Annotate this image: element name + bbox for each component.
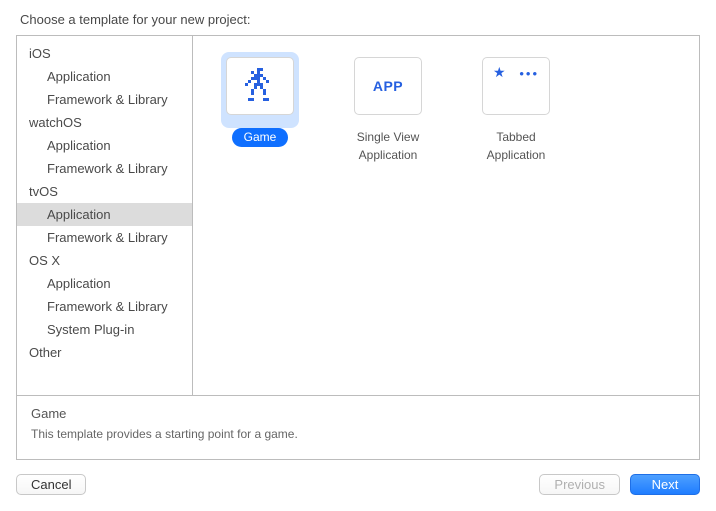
template-item-single-view[interactable]: APP Single View Application	[341, 52, 435, 165]
template-item-game[interactable]: Game	[213, 52, 307, 147]
star-icon: ★	[493, 64, 506, 81]
description-text: This template provides a starting point …	[31, 427, 685, 441]
sidebar-category-tvos[interactable]: tvOS	[17, 180, 192, 203]
description-panel: Game This template provides a starting p…	[17, 395, 699, 459]
sidebar: iOS Application Framework & Library watc…	[17, 36, 193, 395]
main-panel: iOS Application Framework & Library watc…	[16, 35, 700, 460]
template-label: Single View	[347, 128, 429, 147]
template-label: Game	[232, 128, 289, 147]
next-button[interactable]: Next	[630, 474, 700, 495]
tabbed-top-icon: ★ •••	[482, 57, 550, 115]
sidebar-item-tvos-framework[interactable]: Framework & Library	[17, 226, 192, 249]
sidebar-category-ios[interactable]: iOS	[17, 42, 192, 65]
template-chooser-dialog: Choose a template for your new project: …	[0, 0, 716, 511]
sidebar-category-watchos[interactable]: watchOS	[17, 111, 192, 134]
sidebar-item-tvos-application[interactable]: Application	[17, 203, 192, 226]
dialog-header: Choose a template for your new project:	[20, 12, 700, 27]
sidebar-item-osx-system-plugin[interactable]: System Plug-in	[17, 318, 192, 341]
cancel-button[interactable]: Cancel	[16, 474, 86, 495]
sidebar-item-watchos-application[interactable]: Application	[17, 134, 192, 157]
sidebar-item-ios-framework[interactable]: Framework & Library	[17, 88, 192, 111]
app-text-icon: APP	[354, 57, 422, 115]
previous-button: Previous	[539, 474, 620, 495]
footer: Cancel Previous Next	[16, 474, 700, 495]
sidebar-category-osx[interactable]: OS X	[17, 249, 192, 272]
template-label-line2: Application	[477, 148, 556, 165]
upper-area: iOS Application Framework & Library watc…	[17, 36, 699, 395]
template-grid: Game APP Single View Application	[193, 36, 699, 395]
game-sprite-icon	[226, 57, 294, 115]
sidebar-item-osx-application[interactable]: Application	[17, 272, 192, 295]
template-label-line2: Application	[349, 148, 428, 165]
sidebar-category-other[interactable]: Other	[17, 341, 192, 364]
template-label: Tabbed	[486, 128, 545, 147]
sidebar-item-watchos-framework[interactable]: Framework & Library	[17, 157, 192, 180]
description-title: Game	[31, 406, 685, 421]
sidebar-item-ios-application[interactable]: Application	[17, 65, 192, 88]
sidebar-item-osx-framework[interactable]: Framework & Library	[17, 295, 192, 318]
dots-icon: •••	[519, 66, 539, 81]
template-item-tabbed[interactable]: ★ ••• Tabbed Application	[469, 52, 563, 165]
